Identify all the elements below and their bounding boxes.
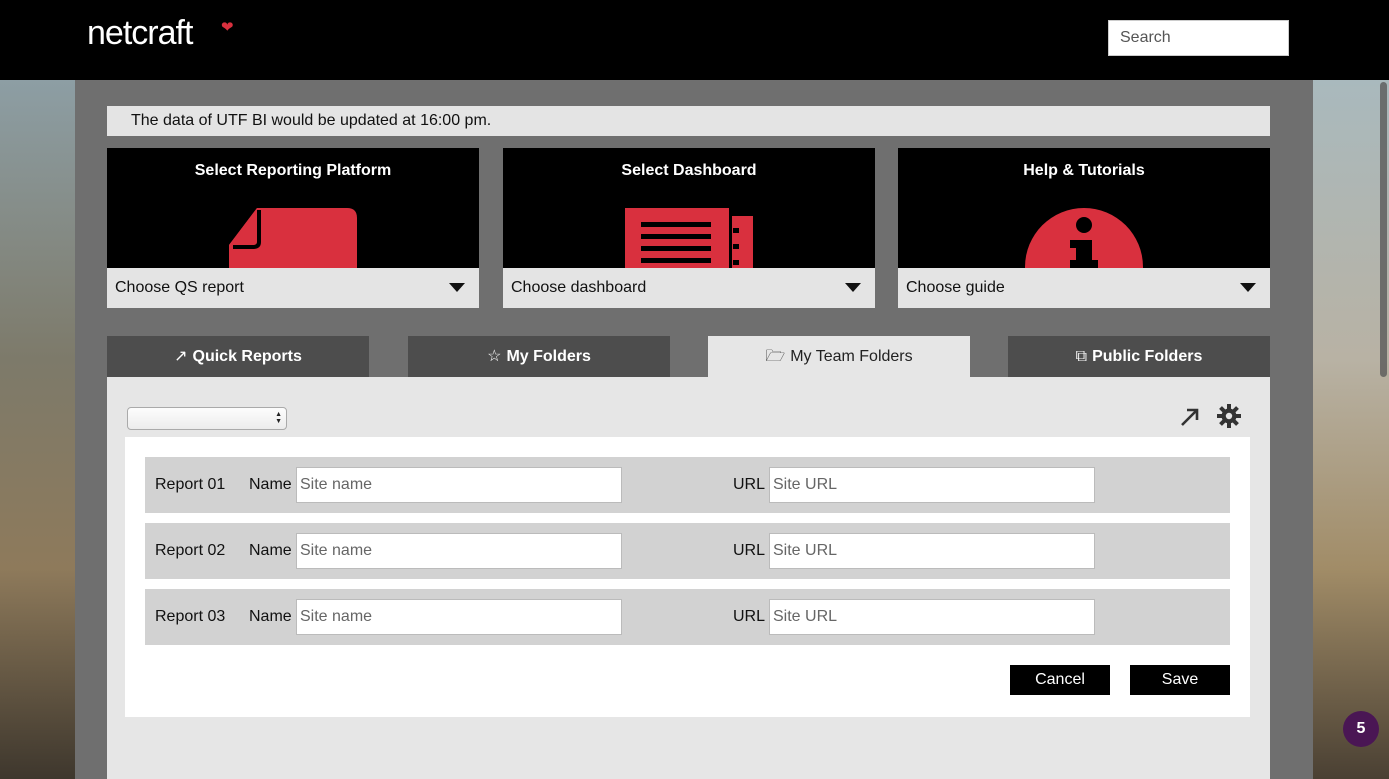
url-label: URL (733, 476, 766, 493)
report-label: Report 02 (155, 542, 226, 559)
select-value: Choose dashboard (511, 279, 647, 296)
tab-my-team-folders[interactable]: 🗁 My Team Folders (708, 336, 970, 377)
qs-report-select[interactable]: Choose QS report (107, 268, 479, 308)
search-input[interactable] (1108, 20, 1289, 56)
card-dashboard: Select Dashboard Choose dashboard (503, 148, 875, 308)
site-name-input[interactable] (296, 533, 622, 569)
document-icon (229, 208, 357, 268)
external-link-icon: ↗ (174, 348, 188, 365)
tab-public-folders[interactable]: ⧉ Public Folders (1008, 336, 1270, 377)
dashboard-list-icon (625, 208, 753, 268)
url-label: URL (733, 542, 766, 559)
cancel-button[interactable]: Cancel (1010, 665, 1110, 695)
tab-label: My Team Folders (790, 348, 913, 365)
report-row: Report 01 Name URL (145, 457, 1230, 513)
tab-label: Quick Reports (192, 348, 302, 365)
guide-select[interactable]: Choose guide (898, 268, 1270, 308)
report-row: Report 02 Name URL (145, 523, 1230, 579)
card-help: Help & Tutorials Choose guide (898, 148, 1270, 308)
notification-badge[interactable]: 5 (1343, 711, 1379, 747)
star-icon: ☆ (487, 348, 502, 365)
update-notice: The data of UTF BI would be updated at 1… (107, 106, 1270, 136)
folder-select[interactable]: ▲ ▼ (127, 407, 287, 430)
background-right (1313, 80, 1389, 779)
tab-my-folders[interactable]: ☆ My Folders (408, 336, 670, 377)
select-value: Choose guide (906, 279, 1005, 296)
site-url-input[interactable] (769, 533, 1095, 569)
url-label: URL (733, 608, 766, 625)
gear-icon[interactable] (1216, 403, 1242, 429)
expand-arrow-icon[interactable] (1178, 405, 1202, 429)
site-name-input[interactable] (296, 599, 622, 635)
site-url-input[interactable] (769, 599, 1095, 635)
top-bar: netcraft ❤ (0, 0, 1389, 80)
dashboard-select[interactable]: Choose dashboard (503, 268, 875, 308)
caret-down-icon (1240, 283, 1256, 292)
scrollbar[interactable] (1380, 82, 1387, 377)
tab-label: Public Folders (1092, 348, 1203, 365)
report-label: Report 01 (155, 476, 226, 493)
select-value: Choose QS report (115, 279, 244, 296)
tab-quick-reports[interactable]: ↗ Quick Reports (107, 336, 369, 377)
tab-label: My Folders (506, 348, 591, 365)
site-name-input[interactable] (296, 467, 622, 503)
background-left (0, 80, 75, 779)
copy-icon: ⧉ (1075, 348, 1088, 365)
site-url-input[interactable] (769, 467, 1095, 503)
info-icon (1025, 208, 1143, 268)
select-stepper-icon: ▲ ▼ (275, 411, 282, 425)
heart-icon: ❤ (221, 19, 234, 36)
logo[interactable]: netcraft (87, 14, 193, 53)
save-button[interactable]: Save (1130, 665, 1230, 695)
report-row: Report 03 Name URL (145, 589, 1230, 645)
name-label: Name (249, 542, 292, 559)
name-label: Name (249, 608, 292, 625)
name-label: Name (249, 476, 292, 493)
caret-down-icon (845, 283, 861, 292)
caret-down-icon (449, 283, 465, 292)
report-label: Report 03 (155, 608, 226, 625)
folder-open-icon: 🗁 (765, 348, 786, 365)
card-reporting-platform: Select Reporting Platform Choose QS repo… (107, 148, 479, 308)
